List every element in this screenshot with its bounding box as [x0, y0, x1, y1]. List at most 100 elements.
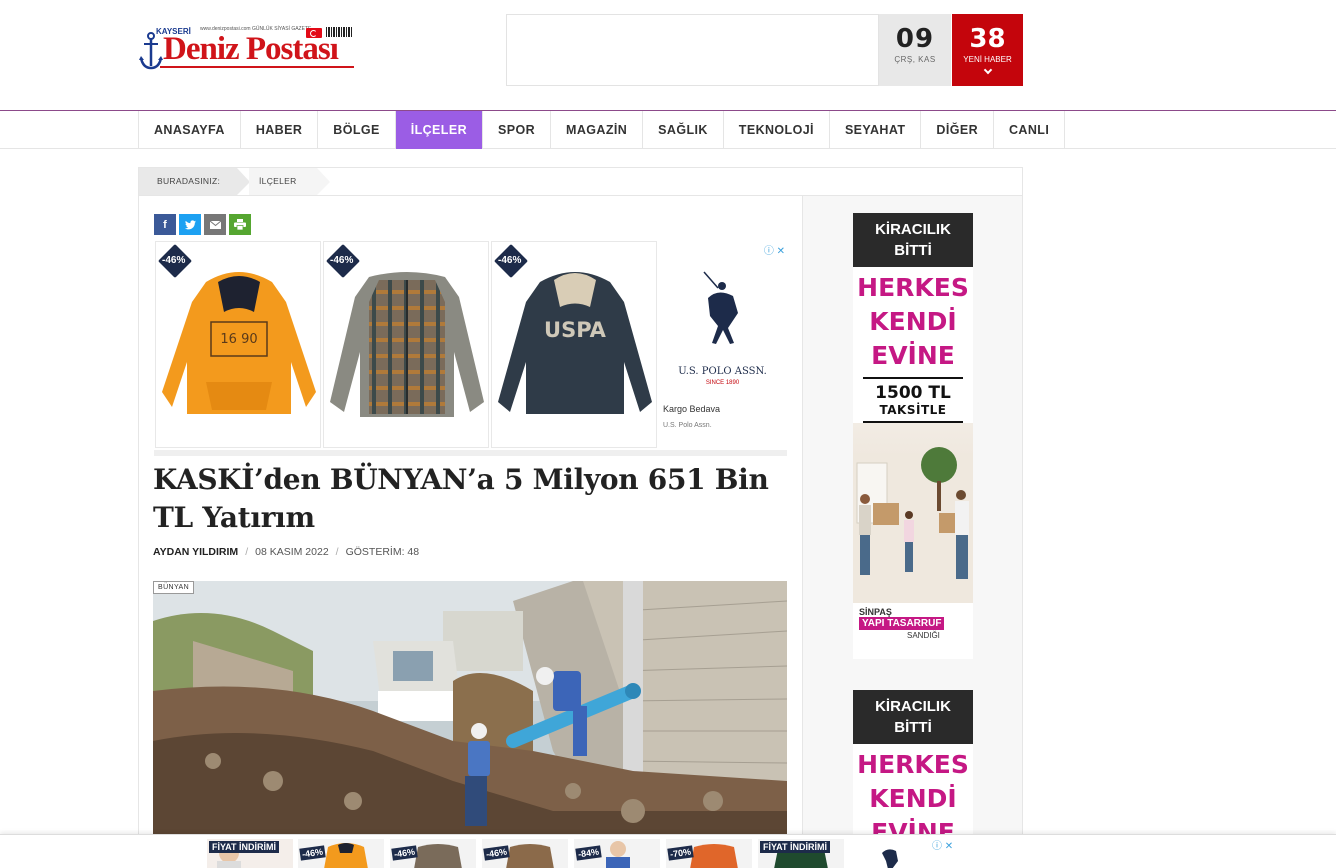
bottom-ad-item[interactable]: -70% [666, 839, 752, 868]
article-title: KASKİ’den BÜNYAN’a 5 Milyon 651 Bin TL Y… [153, 463, 769, 534]
bottom-ad-item[interactable]: FİYAT İNDİRİMİ [207, 839, 293, 868]
nav-item-seyahat[interactable]: SEYAHAT [830, 111, 922, 149]
article-views: GÖSTERİM: 48 [345, 546, 420, 558]
discount-badge: -46% [330, 255, 354, 266]
article-category-tag[interactable]: BÜNYAN [153, 581, 195, 594]
turkish-flag-icon [306, 28, 322, 38]
bottom-ad-tag: FİYAT İNDİRİMİ [209, 841, 280, 853]
date-weekday-month: ÇRŞ, KAS [894, 55, 936, 64]
sidebar-ad-slogan-2: KENDİ [869, 307, 957, 336]
sticky-bottom-ad[interactable]: FİYAT İNDİRİMİ -46% -46% -46% -84% -70% … [0, 834, 1336, 868]
polo-logo-icon [882, 849, 898, 868]
logo-rule [160, 66, 354, 68]
discount-badge: -46% [498, 255, 522, 266]
nav-item-ilceler[interactable]: İLÇELER [395, 111, 483, 149]
sidebar: KİRACILIK BİTTİ HERKES KENDİ EVİNE 1500 … [802, 196, 1022, 867]
orange-hoodie-image: 16 90 [162, 272, 316, 414]
sinpas-logo-top: SİNPAŞ [859, 607, 892, 617]
svg-text:USPA: USPA [544, 318, 607, 342]
twitter-icon[interactable] [179, 214, 201, 235]
bottom-ad-item[interactable]: -46% [482, 839, 568, 868]
bottom-ad-item[interactable]: -84% [574, 839, 660, 868]
ad-divider [154, 450, 787, 456]
ad-product-card[interactable]: -46% [323, 241, 489, 448]
bottom-ad-item[interactable]: -46% [298, 839, 384, 868]
family-moving-image [853, 447, 973, 603]
date-day: 09 [895, 24, 935, 54]
bottom-ad-item[interactable]: FİYAT İNDİRİMİ [758, 839, 844, 868]
article-photo[interactable]: BÜNYAN [153, 581, 787, 841]
sidebar-ad-headline-2: BİTTİ [894, 242, 932, 259]
sidebar-ad-headline: KİRACILIK BİTTİ [853, 690, 973, 744]
bottom-ad-tag: FİYAT İNDİRİMİ [760, 841, 831, 853]
new-news-count: 38 [969, 24, 1006, 54]
ad-brand-panel[interactable]: ⓘ ✕ U.S. POLO ASSN. SINCE 1890 Kargo Bed… [658, 240, 787, 450]
sinpas-logo: SİNPAŞ YAPI TASARRUF SANDIĞI [853, 603, 973, 641]
sidebar-ad-slogan-3: EVİNE [871, 341, 955, 370]
nav-item-teknoloji[interactable]: TEKNOLOJİ [724, 111, 830, 149]
ad-shipping: Kargo Bedava [663, 404, 721, 414]
sidebar-ad-slogan-1: HERKES [857, 273, 969, 302]
main-navigation: ANASAYFA HABER BÖLGE İLÇELER SPOR MAGAZİ… [0, 110, 1336, 149]
mail-icon[interactable] [204, 214, 226, 235]
article-date: 08 KASIM 2022 [255, 546, 329, 558]
nav-item-diger[interactable]: DİĞER [921, 111, 994, 149]
sidebar-ad-slogan: HERKES KENDİ EVİNE [853, 267, 973, 373]
chevron-down-icon [983, 65, 992, 75]
sidebar-ad-price: 1500 TL TAKSİTLE [853, 383, 973, 417]
site-logo[interactable]: KAYSERİ www.denizpostasi.com GÜNLÜK SİYA… [138, 26, 354, 74]
ad-brand-since: SINCE 1890 [705, 380, 740, 386]
sidebar-ad-slogan-2: KENDİ [869, 784, 957, 813]
sinpas-logo-main: YAPI TASARRUF [859, 617, 945, 630]
nav-list: ANASAYFA HABER BÖLGE İLÇELER SPOR MAGAZİ… [138, 111, 1066, 149]
adchoices-icon[interactable]: ⓘ ✕ [932, 837, 953, 852]
discount-badge: -46% [162, 255, 186, 266]
meta-separator: / [335, 546, 339, 558]
sidebar-ad-headline-1: KİRACILIK [875, 698, 951, 715]
nav-item-canli[interactable]: CANLI [994, 111, 1066, 149]
breadcrumb: BURADASINIZ: İLÇELER [139, 168, 1022, 196]
nav-item-haber[interactable]: HABER [241, 111, 319, 149]
svg-text:16 90: 16 90 [220, 332, 257, 347]
nav-item-magazin[interactable]: MAGAZİN [551, 111, 644, 149]
nav-item-spor[interactable]: SPOR [483, 111, 552, 149]
nav-item-bolge[interactable]: BÖLGE [318, 111, 396, 149]
breadcrumb-label: BURADASINIZ: [139, 168, 250, 195]
sidebar-ad-price-sub: TAKSİTLE [879, 403, 947, 417]
nav-item-saglik[interactable]: SAĞLIK [643, 111, 724, 149]
new-news-button[interactable]: 38 YENİ HABER [952, 14, 1023, 86]
bottom-ad-item[interactable]: -46% [390, 839, 476, 868]
sidebar-ad-slogan-1: HERKES [857, 750, 969, 779]
header-ad-slot [506, 14, 879, 86]
sidebar-ad-photo [853, 423, 973, 603]
meta-separator: / [245, 546, 249, 558]
sinpas-logo-sub: SANDIĞI [907, 631, 940, 640]
article-author[interactable]: AYDAN YILDIRIM [153, 546, 238, 558]
polo-logo-icon [703, 271, 738, 344]
facebook-icon[interactable]: f [154, 214, 176, 235]
share-buttons: f [154, 214, 251, 235]
sidebar-ad-banner[interactable]: KİRACILIK BİTTİ HERKES KENDİ EVİNE 1500 … [853, 213, 973, 659]
ad-advertiser: U.S. Polo Assn. [663, 422, 712, 429]
navy-hoodie-image: USPA [498, 272, 652, 414]
ad-product-card[interactable]: -46% USPA [491, 241, 657, 448]
product-ad[interactable]: -46% 16 90 -46% -46% USPA ⓘ ✕ U.S. POLO … [154, 240, 787, 458]
page: KAYSERİ www.denizpostasi.com GÜNLÜK SİYA… [0, 0, 1336, 868]
site-header: KAYSERİ www.denizpostasi.com GÜNLÜK SİYA… [0, 0, 1336, 110]
sidebar-ad-headline-1: KİRACILIK [875, 221, 951, 238]
sidebar-ad-price-value: 1500 TL [875, 383, 951, 403]
main-content: BURADASINIZ: İLÇELER f -46% 16 90 -46% -… [138, 167, 1023, 868]
construction-scene-image [153, 581, 787, 841]
article-meta: AYDAN YILDIRIM / 08 KASIM 2022 / GÖSTERİ… [153, 546, 419, 558]
plaid-jacket-image [330, 272, 484, 417]
ad-product-card[interactable]: -46% 16 90 [155, 241, 321, 448]
nav-item-anasayfa[interactable]: ANASAYFA [139, 111, 241, 149]
ad-brand-name: U.S. POLO ASSN. [678, 366, 767, 377]
date-widget: 09 ÇRŞ, KAS [879, 14, 951, 86]
barcode-icon [326, 27, 352, 37]
print-icon[interactable] [229, 214, 251, 235]
breadcrumb-current[interactable]: İLÇELER [249, 168, 330, 195]
adchoices-icon[interactable]: ⓘ ✕ [764, 242, 785, 257]
sidebar-ad-headline: KİRACILIK BİTTİ [853, 213, 973, 267]
new-news-label: YENİ HABER [963, 55, 1012, 64]
